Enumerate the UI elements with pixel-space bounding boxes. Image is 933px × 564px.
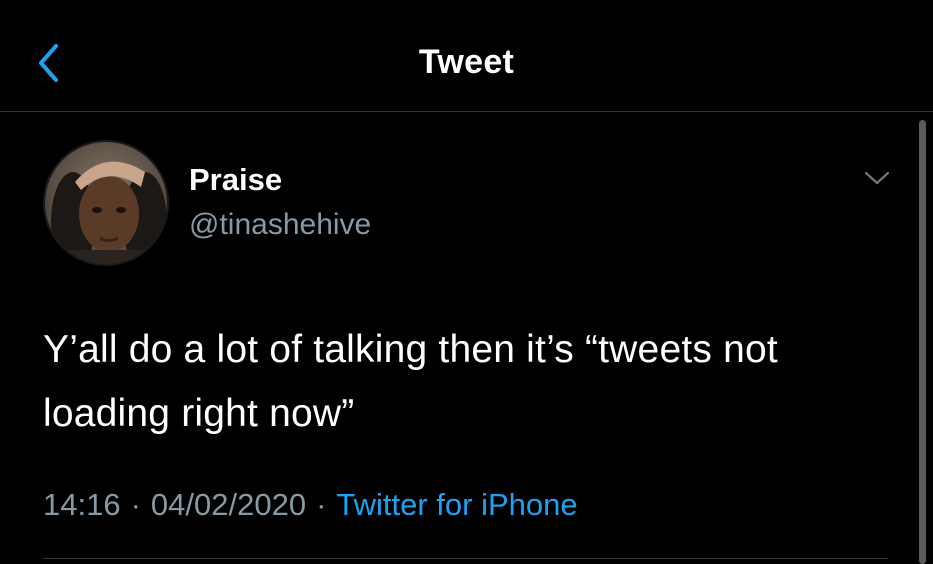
username[interactable]: @tinashehive — [189, 208, 371, 242]
divider — [43, 558, 888, 559]
more-options-button[interactable] — [862, 168, 892, 188]
tweet-source-link[interactable]: Twitter for iPhone — [336, 487, 577, 522]
tweet-time: 14:16 — [43, 487, 121, 522]
display-name[interactable]: Praise — [189, 162, 282, 198]
tweet-date: 04/02/2020 — [150, 487, 307, 522]
avatar[interactable] — [43, 140, 169, 266]
meta-separator: · — [130, 487, 141, 522]
chevron-down-icon — [864, 171, 890, 185]
nav-bar: Tweet — [0, 0, 933, 112]
meta-separator: · — [316, 487, 327, 522]
tweet-text: Y’all do a lot of talking then it’s “twe… — [43, 328, 778, 435]
page-title: Tweet — [418, 43, 515, 81]
scrollbar[interactable] — [919, 120, 926, 564]
tweet-meta: 14:16 · 04/02/2020 · Twitter for iPhone — [43, 487, 578, 523]
profile-photo — [45, 142, 167, 264]
